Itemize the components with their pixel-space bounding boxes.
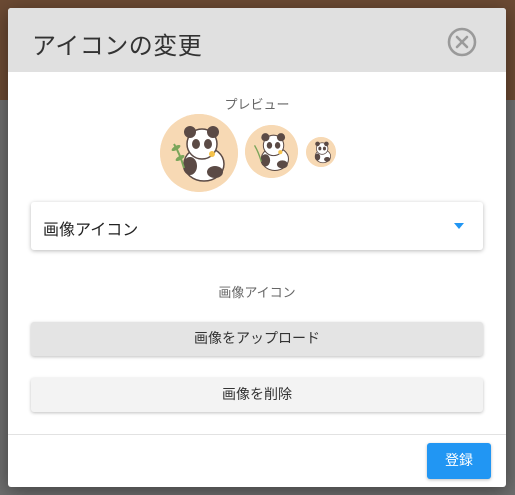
icon-type-select-value: 画像アイコン (43, 220, 139, 239)
delete-image-button[interactable]: 画像を削除 (31, 378, 483, 412)
panda-avatar-icon (245, 125, 298, 178)
register-button[interactable]: 登録 (427, 443, 491, 479)
icon-type-select[interactable]: 画像アイコン (31, 202, 483, 250)
footer-divider (8, 434, 506, 435)
change-icon-dialog: アイコンの変更 プレビュー 画像アイコン 画像アイコン 画像をアップロード 画像… (8, 8, 506, 487)
avatar-preview-large (160, 114, 238, 192)
upload-image-button[interactable]: 画像をアップロード (31, 322, 483, 356)
avatar-preview-small (306, 137, 336, 167)
image-icon-section-label: 画像アイコン (218, 286, 296, 301)
panda-avatar-icon (160, 114, 238, 192)
avatar-preview-row (8, 8, 506, 208)
panda-avatar-icon (306, 137, 336, 167)
caret-down-icon (454, 223, 464, 229)
avatar-preview-medium (245, 125, 298, 178)
